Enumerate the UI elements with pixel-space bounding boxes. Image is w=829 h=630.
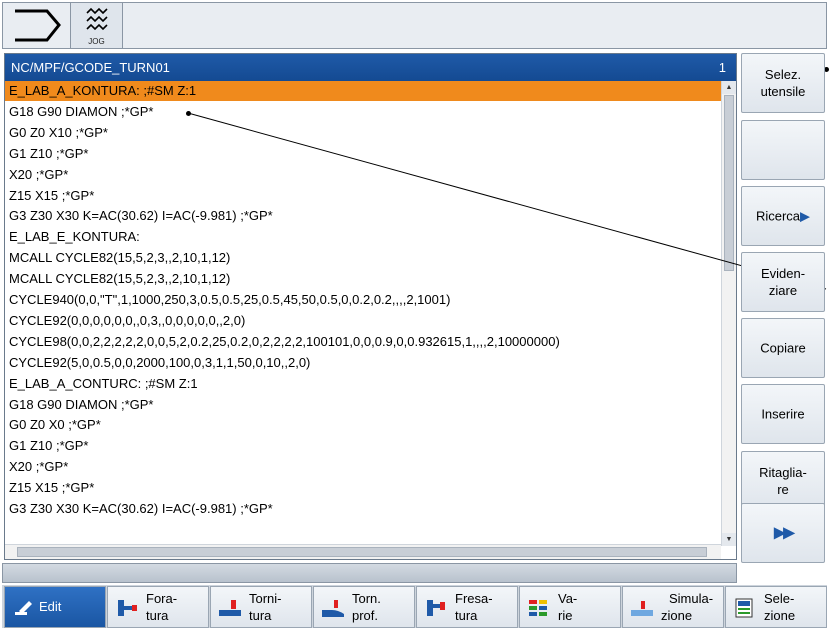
drilling-icon <box>118 600 137 616</box>
contour-turning-label-1: Torn. <box>352 591 381 606</box>
simulation-icon <box>631 601 653 616</box>
jog-wave-icon <box>86 7 108 31</box>
code-line[interactable]: CYCLE92(5,0,0.5,0,0,2000,100,0,3,1,1,50,… <box>5 353 721 373</box>
jog-label: JOG <box>88 37 105 46</box>
jog-mode-indicator[interactable]: JOG <box>71 3 123 48</box>
channel-state-icon <box>3 3 71 48</box>
milling-icon <box>427 600 445 616</box>
search-button[interactable]: Ricerca▶ <box>741 186 825 246</box>
highlight-label: Eviden- ziare <box>760 266 806 298</box>
code-line[interactable]: Z15 X15 ;*GP* <box>5 478 721 498</box>
misc-icon <box>529 600 547 616</box>
double-arrow-icon: ▶▶ <box>773 524 796 542</box>
code-line[interactable]: MCALL CYCLE82(15,5,2,3,,2,10,1,12) <box>5 248 721 268</box>
scroll-up-arrow-icon[interactable]: ▲ <box>722 81 736 94</box>
annotation-dot <box>186 111 191 116</box>
turning-button[interactable]: Torni- tura <box>210 586 312 628</box>
code-line[interactable]: CYCLE940(0,0,"T",1,1000,250,3,0.5,0.5,25… <box>5 290 721 310</box>
code-line[interactable]: G1 Z10 ;*GP* <box>5 144 721 164</box>
misc-label-1: Va- <box>558 591 578 606</box>
nc-file-icon <box>735 598 753 618</box>
edit-button[interactable]: Edit <box>4 586 106 628</box>
code-line[interactable]: X20 ;*GP* <box>5 165 721 185</box>
pencil-icon <box>15 601 32 615</box>
drilling-label-1: Fora- <box>146 591 178 606</box>
code-line[interactable]: G1 Z10 ;*GP* <box>5 436 721 456</box>
misc-button[interactable]: Va- rie <box>519 586 621 628</box>
turning-label-2: tura <box>249 608 272 623</box>
empty-softkey[interactable] <box>741 120 825 180</box>
select-tool-label: Selez. utensile <box>760 67 806 99</box>
play-arrow-icon: ▶ <box>800 208 811 224</box>
more-softkeys-button[interactable]: ▶▶ <box>741 503 825 563</box>
highlight-button[interactable]: Eviden- ziare <box>741 252 825 312</box>
search-row: Ricerca▶ <box>742 208 824 225</box>
code-line[interactable]: CYCLE92(0,0,0,0,0,0,,0,3,,0,0,0,0,0,,2,0… <box>5 311 721 331</box>
select-button[interactable]: Sele- zione <box>725 586 827 628</box>
insert-label: Inserire <box>761 406 805 422</box>
cut-button[interactable]: Ritaglia- re <box>741 451 825 511</box>
code-line[interactable]: G3 Z30 X30 K=AC(30.62) I=AC(-9.981) ;*GP… <box>5 499 721 519</box>
cut-label: Ritaglia- re <box>759 465 807 497</box>
simulation-button[interactable]: Simula- zione <box>622 586 724 628</box>
program-path: NC/MPF/GCODE_TURN01 <box>11 60 170 75</box>
drilling-label-2: tura <box>146 608 169 623</box>
code-line[interactable]: G18 G90 DIAMON ;*GP* <box>5 395 721 415</box>
cnc-screen: JOG NC/MPF/GCODE_TURN01 1 E_LAB_A_KONTUR… <box>0 0 829 630</box>
code-line[interactable]: CYCLE98(0,0,2,2,2,2,2,0,0,5,2,0.2,25,0.2… <box>5 332 721 352</box>
search-label: Ricerca <box>755 208 801 224</box>
code-line[interactable]: MCALL CYCLE82(15,5,2,3,,2,10,1,12) <box>5 269 721 289</box>
contour-turning-label-2: prof. <box>352 608 379 623</box>
milling-label-2: tura <box>455 608 478 623</box>
status-bar <box>2 563 737 583</box>
code-line[interactable]: Z15 X15 ;*GP* <box>5 186 721 206</box>
edit-label: Edit <box>39 599 62 614</box>
code-line[interactable]: E_LAB_A_CONTURC: ;#SM Z:1 <box>5 374 721 394</box>
simulation-label-1: Simula- <box>669 591 714 606</box>
copy-label: Copiare <box>760 340 806 356</box>
copy-button[interactable]: Copiare <box>741 318 825 378</box>
milling-button[interactable]: Fresa- tura <box>416 586 518 628</box>
vertical-scroll-thumb[interactable] <box>724 95 734 271</box>
turning-label-1: Torni- <box>249 591 282 606</box>
code-line[interactable]: X20 ;*GP* <box>5 457 721 477</box>
program-editor: NC/MPF/GCODE_TURN01 1 E_LAB_A_KONTURA: ;… <box>4 53 737 560</box>
vertical-scrollbar[interactable]: ▲ ▼ <box>721 81 736 546</box>
horizontal-scrollbar[interactable] <box>5 544 721 559</box>
editor-header: NC/MPF/GCODE_TURN01 1 <box>5 54 736 81</box>
code-line[interactable]: G0 Z0 X10 ;*GP* <box>5 123 721 143</box>
code-line[interactable]: E_LAB_E_KONTURA: <box>5 227 721 247</box>
contour-turning-button[interactable]: Torn. prof. <box>313 586 415 628</box>
contour-turning-icon <box>322 600 344 617</box>
insert-button[interactable]: Inserire <box>741 384 825 444</box>
horizontal-scroll-thumb[interactable] <box>17 547 707 557</box>
select-tool-button[interactable]: Selez. utensile <box>741 53 825 113</box>
select-label-1: Sele- <box>764 591 795 606</box>
milling-label-1: Fresa- <box>455 591 493 606</box>
drilling-button[interactable]: Fora- tura <box>107 586 209 628</box>
line-number: 1 <box>718 60 726 75</box>
scroll-down-arrow-icon[interactable]: ▼ <box>722 533 736 546</box>
misc-label-2: rie <box>558 608 573 623</box>
code-line[interactable]: G18 G90 DIAMON ;*GP* <box>5 102 721 122</box>
code-area[interactable]: E_LAB_A_KONTURA: ;#SM Z:1 G18 G90 DIAMON … <box>5 81 721 546</box>
code-line[interactable]: G0 Z0 X0 ;*GP* <box>5 415 721 435</box>
turning-icon <box>219 600 241 616</box>
select-label-2: zione <box>764 608 796 623</box>
top-toolbar: JOG <box>2 2 827 49</box>
code-line-active[interactable]: E_LAB_A_KONTURA: ;#SM Z:1 <box>5 81 721 101</box>
simulation-label-2: zione <box>661 608 693 623</box>
code-line[interactable]: G3 Z30 X30 K=AC(30.62) I=AC(-9.981) ;*GP… <box>5 206 721 226</box>
